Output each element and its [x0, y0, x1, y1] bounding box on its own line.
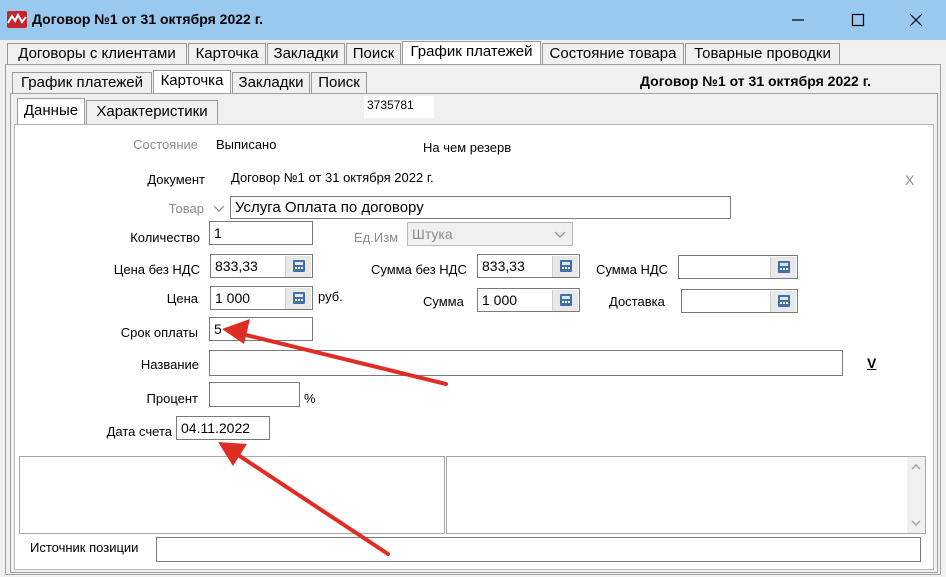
- arrow-invoice-date: [218, 442, 390, 556]
- annotation-arrows: [218, 319, 448, 556]
- arrow-payment-term: [222, 319, 448, 386]
